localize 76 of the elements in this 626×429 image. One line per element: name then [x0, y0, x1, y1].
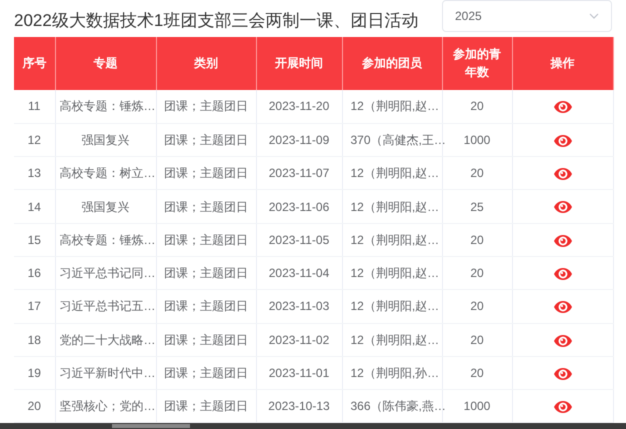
table-cell: 强国复兴 [55, 190, 156, 224]
table-cell: 25 [442, 190, 512, 224]
view-eye-icon[interactable] [554, 301, 572, 314]
table-cell: 高校专题：锤炼… [55, 223, 156, 256]
table-cell: 370（高健杰,王… [342, 123, 442, 157]
column-header: 参加的团员 [342, 36, 442, 90]
table-cell: 14 [14, 190, 55, 224]
table-cell: 15 [14, 223, 55, 256]
view-eye-icon[interactable] [554, 368, 572, 380]
table-cell: 2023-11-01 [256, 356, 342, 390]
table-cell: 11 [14, 90, 55, 124]
table-cell: 12（荆明阳,赵… [342, 190, 442, 224]
table-cell: 团课；主题团日 [156, 90, 256, 124]
column-header: 专题 [55, 36, 156, 90]
chevron-down-icon [589, 13, 599, 19]
table-cell: 12（荆明阳,赵… [342, 90, 442, 124]
scrollbar-thumb[interactable] [112, 424, 190, 428]
table-cell: 团课；主题团日 [156, 190, 256, 224]
table-cell: 习近平总书记同… [55, 256, 156, 290]
table-cell: 2023-11-09 [256, 123, 342, 157]
table-cell: 20 [442, 356, 512, 390]
table-cell: 12 [14, 123, 55, 157]
view-eye-icon[interactable] [554, 134, 572, 147]
view-eye-icon[interactable] [554, 101, 572, 114]
table-cell: 18 [14, 323, 55, 356]
column-header: 开展时间 [256, 36, 342, 90]
table-cell: 20 [442, 256, 512, 290]
table-cell: 13 [14, 156, 55, 190]
table-cell: 2023-11-02 [256, 323, 342, 356]
table-cell: 1000 [442, 123, 512, 157]
table-cell: 习近平总书记五… [55, 290, 156, 324]
table-cell: 20 [442, 90, 512, 124]
table-cell: 20 [442, 290, 512, 324]
table-cell: 2023-11-05 [256, 223, 342, 256]
table-cell: 12（荆明阳,赵… [342, 323, 442, 356]
column-header: 操作 [512, 36, 613, 90]
column-header: 参加的青年数 [442, 36, 512, 90]
table-cell: 2023-11-20 [256, 90, 342, 124]
horizontal-scrollbar[interactable] [0, 423, 626, 429]
page-title: 2022级大数据技术1班团支部三会两制一课、团日活动 [14, 10, 418, 32]
table-cell: 12（荆明阳,赵… [342, 256, 442, 290]
table-cell: 2023-11-07 [256, 156, 342, 190]
table-cell: 20 [442, 156, 512, 190]
table-cell: 12（荆明阳,赵… [342, 223, 442, 256]
view-eye-icon[interactable] [554, 401, 572, 414]
view-eye-icon[interactable] [554, 168, 572, 180]
table-cell: 2023-11-04 [256, 256, 342, 290]
table-cell: 19 [14, 356, 55, 390]
table-cell: 团课；主题团日 [156, 356, 256, 390]
view-eye-icon[interactable] [554, 334, 572, 347]
table-cell: 团课；主题团日 [156, 156, 256, 190]
view-eye-icon[interactable] [554, 234, 572, 247]
table-cell: 12（荆明阳,赵… [342, 156, 442, 190]
table-cell: 20 [442, 323, 512, 356]
table-cell: 高校专题：树立… [55, 156, 156, 190]
table-cell: 2023-11-06 [256, 190, 342, 224]
table-cell: 团课；主题团日 [156, 290, 256, 324]
table-cell: 团课；主题团日 [156, 223, 256, 256]
table-cell: 高校专题：锤炼… [55, 90, 156, 124]
year-select[interactable]: 2025 [442, 0, 612, 32]
view-eye-icon[interactable] [554, 201, 572, 214]
table-cell: 17 [14, 290, 55, 324]
table-cell: 2023-11-03 [256, 290, 342, 324]
table-cell: 团课；主题团日 [156, 323, 256, 356]
table-cell: 12（荆明阳,赵… [342, 290, 442, 324]
table-cell: 20 [442, 223, 512, 256]
column-header: 序号 [14, 36, 55, 90]
table-cell: 习近平新时代中… [55, 356, 156, 390]
table-cell: 12（荆明阳,孙… [342, 356, 442, 390]
table-cell: 强国复兴 [55, 123, 156, 157]
table-cell: 团课；主题团日 [156, 256, 256, 290]
table-cell: 党的二十大战略… [55, 323, 156, 356]
column-header: 类别 [156, 36, 256, 90]
table-cell: 团课；主题团日 [156, 123, 256, 157]
table-cell: 16 [14, 256, 55, 290]
view-eye-icon[interactable] [554, 268, 572, 280]
